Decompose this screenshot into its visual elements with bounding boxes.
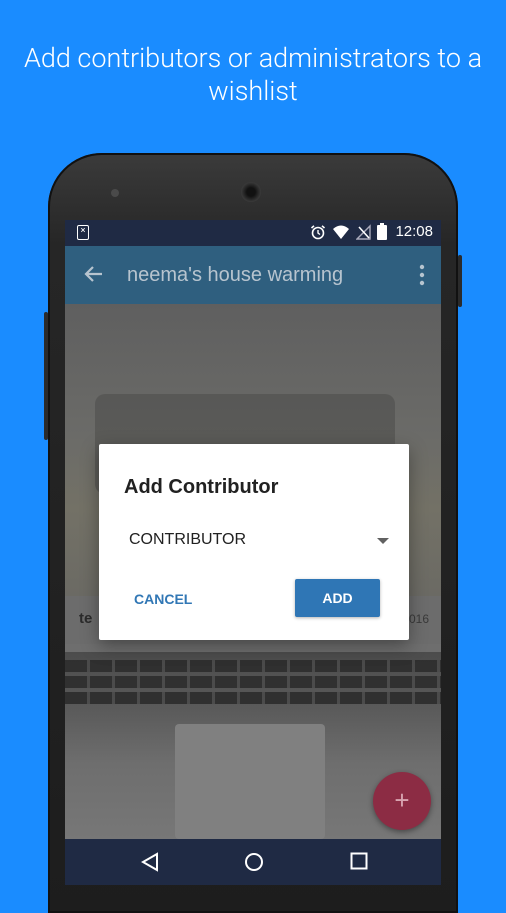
- add-button[interactable]: ADD: [295, 579, 380, 617]
- sim-card-icon: ×: [77, 225, 89, 240]
- item-date: 016: [408, 612, 429, 626]
- add-item-fab[interactable]: +: [373, 772, 431, 830]
- dropdown-arrow-icon: [377, 538, 389, 544]
- keyboard-row: [65, 660, 441, 672]
- phone-power-button: [458, 255, 462, 307]
- home-circle-icon[interactable]: [244, 852, 264, 872]
- arrow-back-icon[interactable]: [83, 263, 105, 285]
- role-dropdown[interactable]: CONTRIBUTOR: [129, 531, 389, 553]
- wifi-icon: [333, 225, 350, 239]
- no-signal-icon: [356, 223, 372, 240]
- more-vert-icon[interactable]: [419, 264, 425, 286]
- trackpad: [175, 724, 325, 839]
- phone-side-button: [44, 312, 48, 440]
- dialog-title: Add Contributor: [124, 476, 279, 498]
- recents-square-icon[interactable]: [350, 852, 368, 870]
- keyboard-row: [65, 676, 441, 688]
- cancel-button[interactable]: CANCEL: [134, 591, 192, 607]
- role-dropdown-value: CONTRIBUTOR: [129, 531, 247, 548]
- alarm-icon: [311, 224, 326, 239]
- promo-headline: Add contributors or administrators to a …: [23, 42, 483, 107]
- navigation-bar: [65, 839, 441, 885]
- status-bar: × 12:08: [65, 220, 441, 246]
- battery-icon: [377, 223, 388, 240]
- status-time: 12:08: [395, 223, 433, 240]
- item-name: te: [79, 610, 93, 627]
- back-triangle-icon[interactable]: [141, 852, 159, 872]
- front-camera-icon: [111, 189, 119, 197]
- app-bar: neema's house warming: [65, 246, 441, 304]
- wishlist-title: neema's house warming: [127, 264, 344, 286]
- add-contributor-dialog: Add Contributor CONTRIBUTOR CANCEL ADD: [99, 444, 409, 640]
- keyboard-row: [65, 692, 441, 704]
- speaker-grille-icon: [241, 182, 261, 202]
